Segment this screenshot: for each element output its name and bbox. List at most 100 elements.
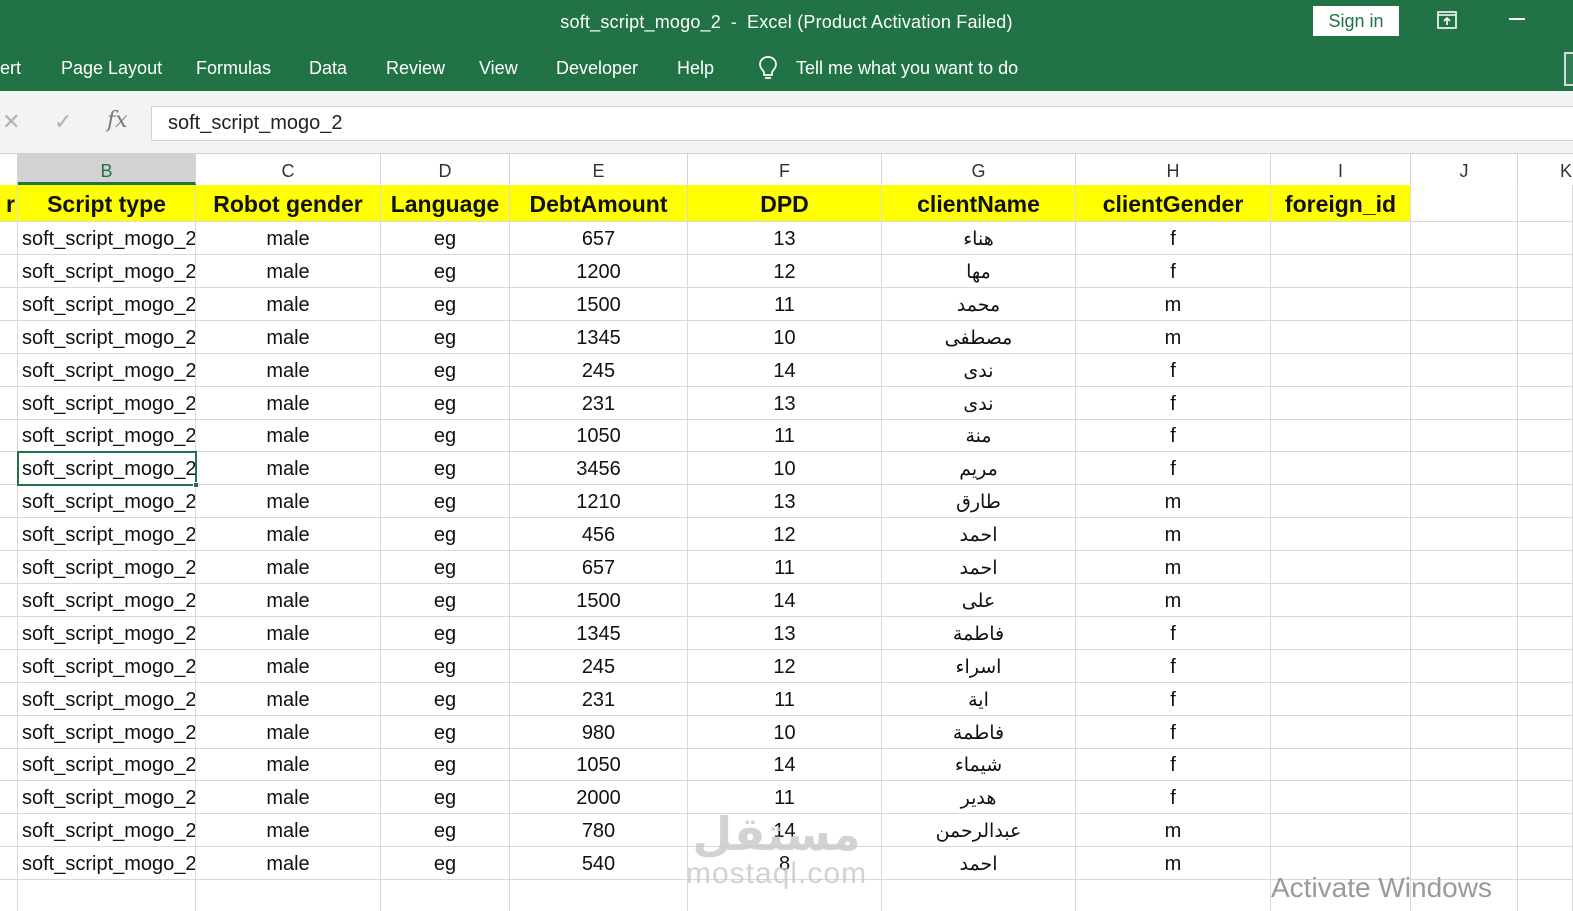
cell-empty[interactable] (0, 419, 18, 453)
cell-dpd[interactable]: 11 (688, 287, 882, 321)
cell-empty[interactable] (1411, 222, 1518, 255)
cell-empty[interactable] (1411, 386, 1518, 420)
column-header-h[interactable]: H (1076, 154, 1271, 185)
cell-script-type[interactable]: soft_script_mogo_2 (18, 320, 196, 354)
cell-client-name[interactable]: اسراء (882, 649, 1076, 683)
cell-empty[interactable] (1518, 254, 1573, 288)
cell-foreign-id[interactable] (1271, 254, 1411, 288)
cell-empty[interactable] (0, 781, 18, 815)
cell-foreign-id[interactable] (1271, 485, 1411, 519)
tab-data[interactable]: Data (309, 58, 347, 79)
cell-client-gender[interactable]: f (1076, 616, 1271, 650)
cell-debt-amount[interactable]: 657 (510, 551, 688, 584)
cell-empty[interactable] (882, 880, 1076, 911)
cell-empty[interactable] (0, 814, 18, 848)
cell-language[interactable]: eg (381, 254, 510, 288)
cell-language[interactable]: eg (381, 353, 510, 387)
cell-client-gender[interactable]: m (1076, 485, 1271, 519)
cell-empty[interactable] (0, 551, 18, 584)
cell-empty[interactable] (196, 880, 381, 911)
column-header-b[interactable]: B (18, 154, 196, 185)
cell-robot-gender[interactable]: male (196, 616, 381, 650)
cell-empty[interactable] (688, 880, 882, 911)
cell-dpd[interactable]: 13 (688, 616, 882, 650)
cell-empty[interactable] (1518, 222, 1573, 255)
header-debt-amount[interactable]: DebtAmount (510, 185, 688, 222)
cell-robot-gender[interactable]: male (196, 452, 381, 486)
cell-debt-amount[interactable]: 1345 (510, 320, 688, 354)
cell-empty[interactable] (381, 880, 510, 911)
cell-script-type[interactable]: soft_script_mogo_2 (18, 814, 196, 848)
cell-client-gender[interactable]: m (1076, 814, 1271, 848)
cell-empty[interactable] (0, 320, 18, 354)
column-header-d[interactable]: D (381, 154, 510, 185)
cell-empty[interactable] (1411, 320, 1518, 354)
cell-debt-amount[interactable]: 3456 (510, 452, 688, 486)
cell-empty[interactable] (1411, 715, 1518, 749)
tab-formulas[interactable]: Formulas (196, 58, 271, 79)
cell-empty[interactable] (0, 222, 18, 255)
cell-empty[interactable] (1411, 583, 1518, 617)
cell-client-name[interactable]: فاطمة (882, 715, 1076, 749)
cell-foreign-id[interactable] (1271, 781, 1411, 815)
tab-developer[interactable]: Developer (556, 58, 638, 79)
cell-empty[interactable] (1518, 781, 1573, 815)
cell-client-name[interactable]: فاطمة (882, 616, 1076, 650)
column-header-g[interactable]: G (882, 154, 1076, 185)
cell-script-type[interactable]: soft_script_mogo_2 (18, 518, 196, 552)
cell-dpd[interactable]: 13 (688, 485, 882, 519)
cell-empty[interactable] (0, 715, 18, 749)
cell-client-gender[interactable]: f (1076, 682, 1271, 716)
cell-language[interactable]: eg (381, 386, 510, 420)
cell-empty[interactable] (18, 880, 196, 911)
cell-empty[interactable] (0, 880, 18, 911)
cell-script-type[interactable]: soft_script_mogo_2 (18, 452, 196, 486)
cell-robot-gender[interactable]: male (196, 485, 381, 519)
cell-empty[interactable] (1518, 682, 1573, 716)
cell-language[interactable]: eg (381, 551, 510, 584)
cancel-x-icon[interactable]: ✕ (2, 109, 20, 135)
cell-foreign-id[interactable] (1271, 222, 1411, 255)
cell-dpd[interactable]: 13 (688, 222, 882, 255)
column-header-k[interactable]: K (1518, 154, 1573, 185)
cell-empty[interactable] (1076, 880, 1271, 911)
cell-empty[interactable] (1518, 880, 1573, 911)
cell-debt-amount[interactable]: 980 (510, 715, 688, 749)
cell-empty[interactable] (1411, 616, 1518, 650)
cell-debt-amount[interactable]: 231 (510, 386, 688, 420)
cell-empty[interactable] (0, 649, 18, 683)
column-header-e[interactable]: E (510, 154, 688, 185)
cell-client-gender[interactable]: m (1076, 583, 1271, 617)
cell-dpd[interactable]: 12 (688, 518, 882, 552)
cell-dpd[interactable]: 13 (688, 386, 882, 420)
ribbon-display-options-edge[interactable] (1564, 52, 1573, 86)
column-header-f[interactable]: F (688, 154, 882, 185)
cell-robot-gender[interactable]: male (196, 386, 381, 420)
minimize-icon[interactable] (1509, 18, 1525, 20)
cell-debt-amount[interactable]: 540 (510, 847, 688, 881)
fill-handle[interactable] (193, 482, 199, 489)
cell-language[interactable]: eg (381, 320, 510, 354)
cell-empty[interactable] (0, 682, 18, 716)
cell-script-type[interactable]: soft_script_mogo_2 (18, 551, 196, 584)
cell-client-name[interactable]: اية (882, 682, 1076, 716)
header-cell-cut[interactable]: r (0, 185, 18, 222)
checkmark-icon[interactable]: ✓ (54, 109, 72, 135)
cell-empty[interactable] (1518, 715, 1573, 749)
cell-client-gender[interactable]: f (1076, 222, 1271, 255)
cell-client-gender[interactable]: f (1076, 353, 1271, 387)
tell-me-search[interactable]: Tell me what you want to do (796, 58, 1018, 79)
cell-foreign-id[interactable] (1271, 287, 1411, 321)
cell-client-name[interactable]: احمد (882, 518, 1076, 552)
column-header-a[interactable] (0, 154, 18, 185)
cell-dpd[interactable]: 14 (688, 748, 882, 782)
cell-client-gender[interactable]: f (1076, 748, 1271, 782)
cell-client-gender[interactable]: m (1076, 847, 1271, 881)
cell-client-name[interactable]: احمد (882, 847, 1076, 881)
cell-empty[interactable] (1518, 748, 1573, 782)
tab-view[interactable]: View (479, 58, 518, 79)
column-header-i[interactable]: I (1271, 154, 1411, 185)
header-dpd[interactable]: DPD (688, 185, 882, 222)
cell-empty[interactable] (0, 452, 18, 486)
cell-script-type[interactable]: soft_script_mogo_2 (18, 583, 196, 617)
